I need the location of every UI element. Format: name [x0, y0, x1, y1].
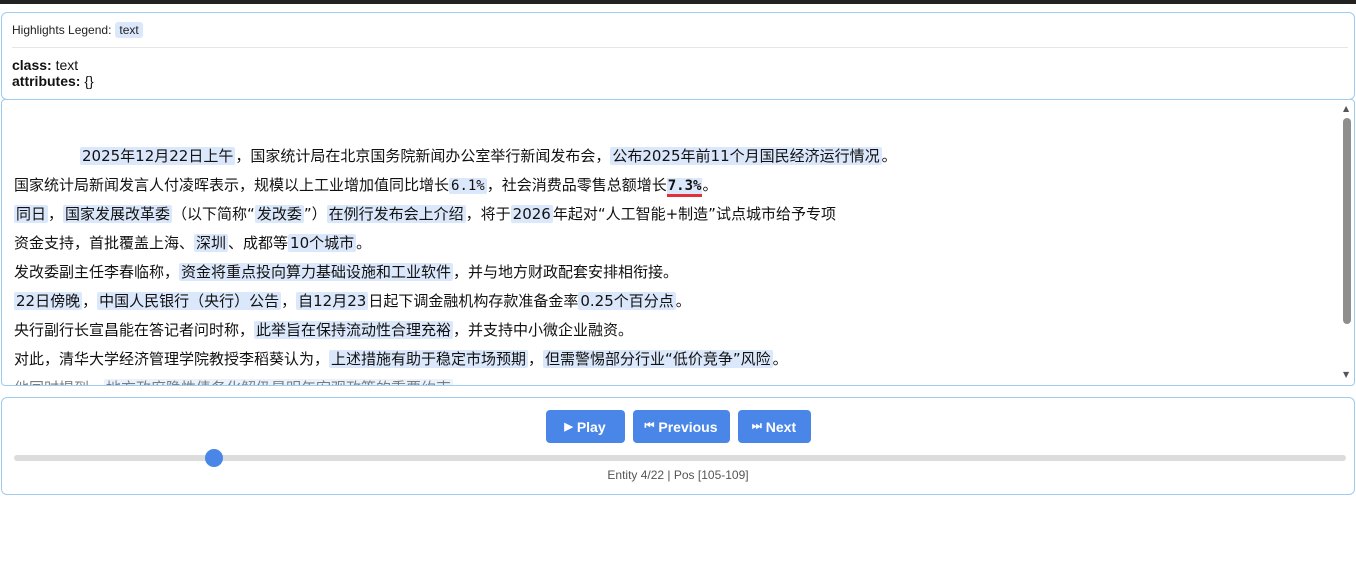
text-span: ，社会消费品零售总额增长: [486, 176, 667, 194]
class-row: class: text: [12, 57, 94, 73]
entity-highlight[interactable]: 深圳: [194, 234, 229, 252]
scroll-up-arrow-icon[interactable]: ▲: [1343, 105, 1349, 113]
legend-chip-text: text: [115, 22, 143, 38]
text-line: 同日，国家发展改革委 （以下简称“ 发改委”） 在例行发布会上介绍 ，将于 2026 年起对…: [14, 200, 1334, 229]
attributes-label: attributes:: [12, 73, 81, 89]
entity-highlight[interactable]: 10个城市: [288, 234, 357, 252]
entity-highlight[interactable]: 发改委: [254, 205, 304, 223]
entity-meta: class: text attributes: {}: [12, 57, 94, 89]
next-button[interactable]: ⏭ Next: [737, 410, 811, 443]
text-span: ，并与地方财政配套安排相衔接。: [453, 263, 679, 281]
play-button[interactable]: ▶ Play: [545, 410, 625, 443]
top-bar: [0, 0, 1356, 4]
entity-highlight[interactable]: 0.25个百分点: [578, 292, 676, 310]
entity-status: Entity 4/22 | Pos [105-109]: [607, 468, 749, 482]
text-line: 国家统计局新闻发言人付凌晖表示，规模以上工业增加值同比增长 6.1% ，社会消费品零…: [14, 171, 1334, 200]
text-span: 。: [356, 234, 372, 252]
text-span: （以下简称“: [172, 205, 255, 223]
next-icon: ⏭: [751, 420, 762, 432]
text-span: 。: [881, 147, 897, 165]
document-text-panel[interactable]: 2025年12月22日上午 ，国家统计局在北京国务院新闻办公室举行新闻发布会， 公布…: [1, 99, 1355, 386]
text-span: 。: [702, 176, 718, 194]
text-span: ，国家统计局在北京国务院新闻办公室举行新闻发布会，: [235, 147, 611, 165]
scroll-down-arrow-icon[interactable]: ▼: [1343, 371, 1349, 379]
text-span: 、成都等: [228, 234, 289, 252]
legend-label: Highlights Legend:: [12, 23, 112, 37]
vertical-scrollbar[interactable]: ▲ ▼: [1340, 100, 1354, 385]
class-label: class:: [12, 57, 52, 73]
entity-highlight[interactable]: 地方政府隐性债务化解仍是明年宏观政策的重要约束: [104, 379, 454, 385]
entity-highlight[interactable]: 同日: [14, 205, 49, 223]
text-line: 2025年12月22日上午 ，国家统计局在北京国务院新闻办公室举行新闻发布会， 公布…: [14, 142, 1334, 171]
text-span: 。: [675, 292, 691, 310]
text-span: 年起对“人工智能+制造”试点城市给予专项: [552, 205, 836, 223]
entity-slider-thumb[interactable]: [204, 449, 223, 467]
text-line: 他同时提到，地方政府隐性债务化解仍是明年宏观政策的重要约束。: [14, 374, 1334, 385]
text-span: 央行副行长宣昌能在答记者问时称，: [14, 321, 255, 339]
button-row: ▶ Play ⏮ Previous ⏭ Next: [2, 410, 1354, 443]
text-line: 资金支持，首批覆盖上海、 深圳 、成都等 10个城市。: [14, 229, 1334, 258]
text-span: ，: [82, 292, 98, 310]
active-entity-highlight[interactable]: 7.3%: [666, 178, 703, 197]
next-label: Next: [765, 418, 797, 435]
class-value: text: [55, 57, 79, 73]
text-span: 对此，清华大学经济管理学院教授李稻葵认为，: [14, 350, 330, 368]
previous-button[interactable]: ⏮ Previous: [632, 410, 730, 443]
text-span: 。: [453, 379, 468, 385]
entity-highlight[interactable]: 2025年12月22日上午: [80, 147, 236, 165]
text-line: 22日傍晚，中国人民银行（央行）公告，自12月23 日起下调金融机构存款准备金率 0…: [14, 287, 1334, 316]
entity-highlight[interactable]: 22日傍晚: [14, 292, 83, 310]
text-span: 国家统计局新闻发言人付凌晖表示，规模以上工业增加值同比增长: [14, 176, 450, 194]
text-span: 日起下调金融机构存款准备金率: [368, 292, 579, 310]
text-span: 他同时提到，: [14, 379, 104, 385]
play-label: Play: [576, 418, 606, 435]
text-span: ，并支持中小微企业融资。: [453, 321, 634, 339]
playback-controls-panel: ▶ Play ⏮ Previous ⏭ Next Entity 4/22 | P…: [1, 397, 1355, 495]
entity-highlight[interactable]: 此举旨在保持流动性合理充裕: [254, 321, 454, 339]
attributes-value: {}: [84, 73, 94, 89]
previous-icon: ⏮: [644, 420, 655, 432]
entity-highlight[interactable]: 2026: [510, 205, 553, 223]
attributes-row: attributes: {}: [12, 73, 94, 89]
play-icon: ▶: [564, 421, 573, 433]
entity-highlight[interactable]: 6.1%: [449, 178, 487, 194]
text-span: ，将于: [465, 205, 511, 223]
legend-divider: [12, 47, 1348, 48]
text-line: 央行副行长宣昌能在答记者问时称， 此举旨在保持流动性合理充裕 ，并支持中小微企业融资…: [14, 316, 1334, 345]
text-span: 。: [772, 350, 788, 368]
text-span: 资金支持，首批覆盖上海、: [14, 234, 195, 252]
scroll-thumb[interactable]: [1343, 118, 1351, 324]
entity-highlight[interactable]: 自12月23: [296, 292, 369, 310]
text-span: ，: [48, 205, 64, 223]
text-span: ，: [528, 350, 544, 368]
text-span: 发改委副主任李春临称，: [14, 263, 180, 281]
entity-highlight[interactable]: 资金将重点投向算力基础设施和工业软件: [179, 263, 454, 281]
entity-highlight[interactable]: 中国人民银行（央行）公告: [97, 292, 282, 310]
text-span: ”）: [303, 205, 327, 223]
legend-panel: Highlights Legend: text class: text attr…: [1, 12, 1355, 100]
highlights-legend: Highlights Legend: text: [12, 22, 143, 38]
text-line: 发改委副主任李春临称， 资金将重点投向算力基础设施和工业软件 ，并与地方财政配套安排…: [14, 258, 1334, 287]
previous-label: Previous: [658, 418, 718, 435]
document-text: 2025年12月22日上午 ，国家统计局在北京国务院新闻办公室举行新闻发布会， 公布…: [14, 142, 1334, 385]
text-line: 对此，清华大学经济管理学院教授李稻葵认为， 上述措施有助于稳定市场预期，但需警惕部…: [14, 345, 1334, 374]
entity-highlight[interactable]: 上述措施有助于稳定市场预期: [329, 350, 529, 368]
entity-highlight[interactable]: 公布2025年前11个月国民经济运行情况: [610, 147, 882, 165]
entity-highlight[interactable]: 在例行发布会上介绍: [326, 205, 466, 223]
entity-highlight[interactable]: 但需警惕部分行业“低价竞争”风险: [543, 350, 773, 368]
entity-highlight[interactable]: 国家发展改革委: [63, 205, 173, 223]
text-span: ，: [281, 292, 297, 310]
